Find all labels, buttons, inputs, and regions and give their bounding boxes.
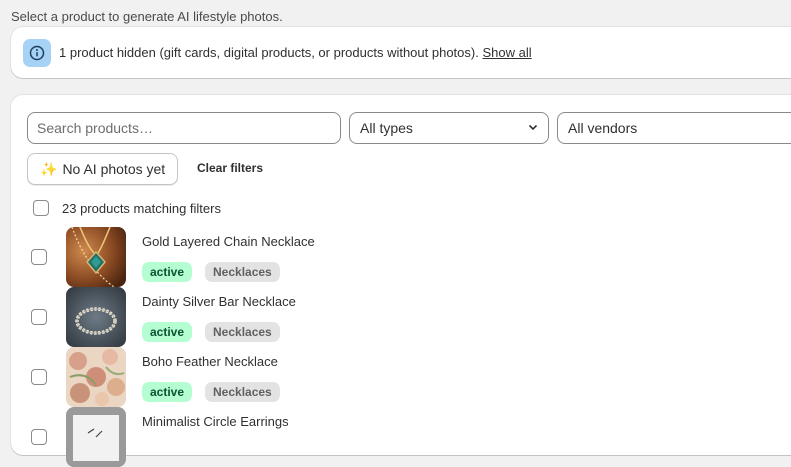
product-thumbnail xyxy=(66,227,126,287)
product-name: Dainty Silver Bar Necklace xyxy=(142,294,296,309)
product-name: Gold Layered Chain Necklace xyxy=(142,234,315,249)
product-name: Boho Feather Necklace xyxy=(142,354,278,369)
type-select-value: All types xyxy=(360,120,413,136)
product-checkbox[interactable] xyxy=(31,429,47,445)
product-thumbnail xyxy=(66,287,126,347)
product-picker-card: All types All vendors ✨ No AI photos yet… xyxy=(11,95,791,467)
chevron-down-icon xyxy=(528,122,538,135)
product-checkbox[interactable] xyxy=(31,309,47,325)
product-checkbox[interactable] xyxy=(31,369,47,385)
product-type-badge: Necklaces xyxy=(205,322,280,342)
product-row[interactable]: Boho Feather Necklace active Necklaces xyxy=(11,347,791,407)
product-type-badge: Necklaces xyxy=(205,382,280,402)
products-count: 23 products matching filters xyxy=(62,201,221,216)
no-ai-photos-label: No AI photos yet xyxy=(62,161,166,177)
banner-message: 1 product hidden (gift cards, digital pr… xyxy=(59,45,479,60)
product-thumbnail xyxy=(66,347,126,407)
status-badge: active xyxy=(142,262,193,282)
type-select[interactable]: All types xyxy=(349,112,549,144)
product-row[interactable]: Gold Layered Chain Necklace active Neckl… xyxy=(11,227,791,287)
product-row[interactable]: Dainty Silver Bar Necklace active Neckla… xyxy=(11,287,791,347)
no-ai-photos-filter-button[interactable]: ✨ No AI photos yet xyxy=(27,153,179,185)
page-subtitle: Select a product to generate AI lifestyl… xyxy=(11,9,283,24)
sparkles-icon: ✨ xyxy=(40,160,58,177)
product-row[interactable]: Minimalist Circle Earrings xyxy=(11,407,791,467)
info-banner: 1 product hidden (gift cards, digital pr… xyxy=(11,27,791,78)
select-all-checkbox[interactable] xyxy=(33,200,49,216)
vendor-select-value: All vendors xyxy=(568,120,638,136)
product-name: Minimalist Circle Earrings xyxy=(142,414,289,429)
show-all-link[interactable]: Show all xyxy=(482,45,531,60)
product-checkbox[interactable] xyxy=(31,249,47,265)
info-icon xyxy=(23,39,51,67)
search-input[interactable] xyxy=(27,112,341,144)
product-type-badge: Necklaces xyxy=(205,262,280,282)
status-badge: active xyxy=(142,382,193,402)
vendor-select[interactable]: All vendors xyxy=(557,112,791,144)
product-thumbnail xyxy=(66,407,126,467)
clear-filters-button[interactable]: Clear filters xyxy=(197,161,263,175)
status-badge: active xyxy=(142,322,193,342)
